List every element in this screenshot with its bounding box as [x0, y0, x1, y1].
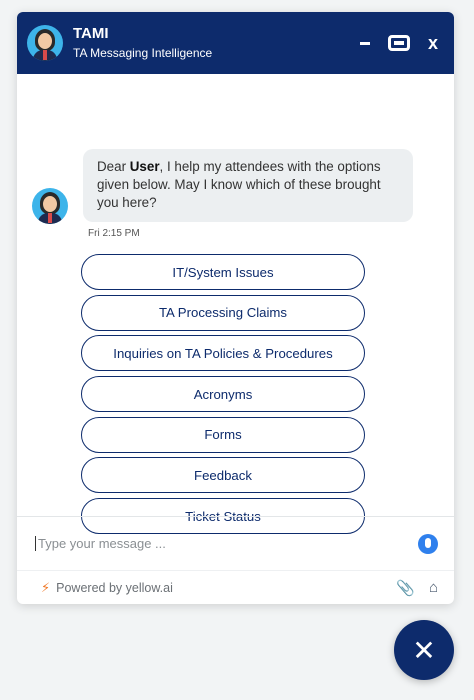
chat-header: TAMI TA Messaging Intelligence x: [17, 12, 454, 74]
bot-name: TAMI: [73, 25, 109, 42]
maximize-icon[interactable]: [387, 35, 410, 51]
option-feedback[interactable]: Feedback: [81, 457, 365, 494]
minimize-icon[interactable]: [359, 41, 370, 45]
option-ta-processing-claims[interactable]: TA Processing Claims: [81, 294, 365, 331]
microphone-icon[interactable]: [418, 533, 438, 554]
chat-footer: ⚡ Powered by yellow.ai 📎 ⌂: [17, 570, 454, 604]
attachment-icon[interactable]: 📎: [396, 579, 415, 597]
message-timestamp: Fri 2:15 PM: [88, 228, 140, 239]
option-acronyms[interactable]: Acronyms: [81, 376, 365, 413]
quick-reply-options: IT/System Issues TA Processing Claims In…: [81, 254, 365, 539]
message-avatar-icon: [32, 188, 68, 224]
chat-widget: TAMI TA Messaging Intelligence x Dear Us…: [17, 12, 454, 604]
option-forms[interactable]: Forms: [81, 416, 365, 453]
option-inquiries-policies[interactable]: Inquiries on TA Policies & Procedures: [81, 335, 365, 372]
powered-by-label: Powered by yellow.ai: [56, 580, 173, 595]
option-it-system-issues[interactable]: IT/System Issues: [81, 254, 365, 290]
close-chat-fab[interactable]: ✕: [394, 620, 454, 680]
footer-actions: 📎 ⌂: [396, 579, 438, 597]
message-input-row: [17, 516, 454, 570]
message-area: Dear User, I help my attendees with the …: [17, 74, 454, 535]
home-icon[interactable]: ⌂: [429, 579, 438, 596]
close-button[interactable]: x: [428, 34, 438, 52]
header-text: TAMI TA Messaging Intelligence: [73, 25, 360, 61]
bot-message-bubble: Dear User, I help my attendees with the …: [83, 149, 413, 222]
window-controls: x: [359, 34, 438, 52]
page: TAMI TA Messaging Intelligence x Dear Us…: [0, 0, 474, 700]
message-prefix: Dear: [97, 159, 130, 174]
message-input[interactable]: [35, 536, 418, 551]
bot-avatar-icon: [27, 25, 63, 61]
lightning-icon: ⚡: [41, 579, 51, 595]
message-user: User: [129, 159, 160, 174]
bot-subtitle: TA Messaging Intelligence: [73, 46, 213, 60]
